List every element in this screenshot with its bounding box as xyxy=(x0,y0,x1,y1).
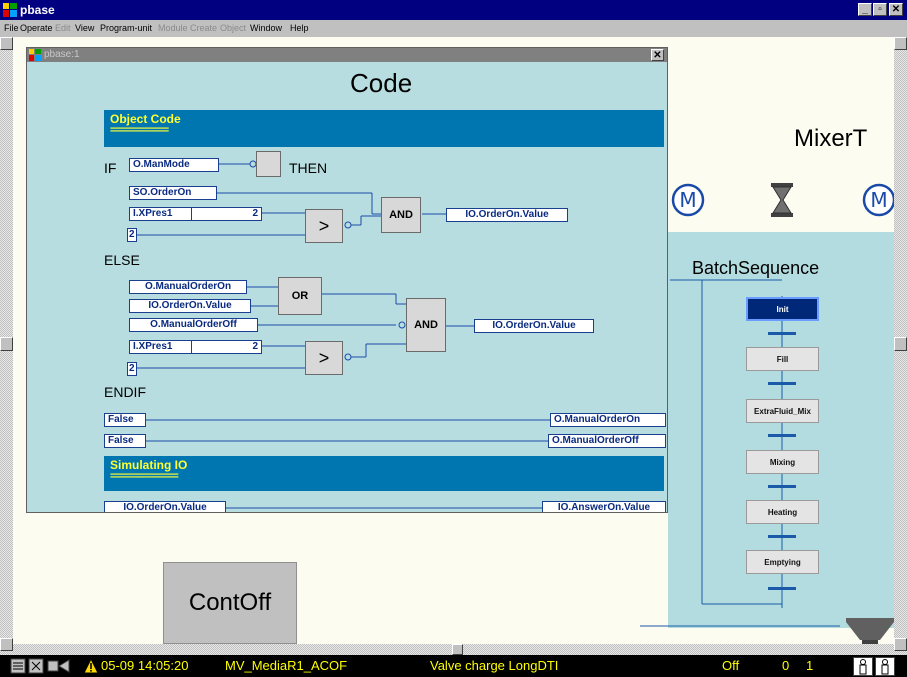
else-output-ioorderon[interactable]: IO.OrderOn.Value xyxy=(474,319,594,333)
left-scroll-thumb[interactable] xyxy=(0,337,13,351)
left-scroll-up-button[interactable] xyxy=(0,37,13,50)
transition-1[interactable] xyxy=(768,332,796,335)
keyword-else: ELSE xyxy=(104,252,140,268)
simulating-io-title: Simulating IO xyxy=(110,458,188,472)
acknowledge-icon[interactable] xyxy=(47,658,71,674)
svg-text:M: M xyxy=(870,188,887,212)
sim-left-var[interactable]: IO.OrderOn.Value xyxy=(104,501,226,512)
mixer-title: MixerT xyxy=(794,125,868,152)
step-emptying[interactable]: Emptying xyxy=(746,550,819,574)
menu-file[interactable]: File xyxy=(4,20,19,37)
window-title: pbase xyxy=(20,3,55,17)
alarm-list-icon[interactable] xyxy=(28,658,44,674)
simulating-io-rule: ============== xyxy=(110,471,179,482)
svg-text:M: M xyxy=(679,188,696,212)
else-const-2[interactable]: 2 xyxy=(127,362,137,376)
else-input-ioorderon[interactable]: IO.OrderOn.Value xyxy=(129,299,251,313)
step-extrafluid-mix[interactable]: ExtraFluid_Mix xyxy=(746,399,819,423)
motor-icon[interactable]: M xyxy=(671,183,705,217)
operator-icon-2[interactable] xyxy=(875,657,895,676)
sim-row-left-clip: IO.OrderOn.Value xyxy=(104,501,226,512)
step-heating[interactable]: Heating xyxy=(746,500,819,524)
transition-6[interactable] xyxy=(768,587,796,590)
menu-view[interactable]: View xyxy=(75,20,94,37)
then-const-2[interactable]: 2 xyxy=(127,228,137,242)
status-state: Off xyxy=(722,658,740,673)
transition-4[interactable] xyxy=(768,485,796,488)
simulating-io-section: Simulating IO ============== xyxy=(104,456,664,491)
valve-hourglass-icon[interactable] xyxy=(770,182,794,218)
horizontal-scroll-thumb[interactable] xyxy=(452,644,463,655)
warning-icon xyxy=(83,658,99,674)
status-bar: 05-09 14:05:20 MV_MediaR1_ACOF Valve cha… xyxy=(0,655,907,677)
step-init[interactable]: Init xyxy=(746,297,819,321)
menu-help[interactable]: Help xyxy=(290,20,309,37)
assign1-value[interactable]: False xyxy=(104,413,146,427)
title-bar[interactable]: pbase _ ▫ ✕ xyxy=(0,0,907,20)
status-tag: MV_MediaR1_ACOF xyxy=(225,658,348,673)
menu-bar: File Operate Edit View Program-unit Modu… xyxy=(0,20,907,37)
then-and-gate[interactable]: AND xyxy=(381,197,421,233)
if-condition-var[interactable]: O.ManMode xyxy=(129,158,219,172)
menu-window[interactable]: Window xyxy=(250,20,282,37)
left-scroll-down-button[interactable] xyxy=(0,638,13,651)
restore-button[interactable]: ▫ xyxy=(873,3,887,16)
step-fill[interactable]: Fill xyxy=(746,347,819,371)
assign2-value[interactable]: False xyxy=(104,434,146,448)
right-scroll-down-button[interactable] xyxy=(894,638,907,651)
status-message: Valve charge LongDTI xyxy=(430,658,559,673)
else-input-ixpres1[interactable]: I.XPres1 xyxy=(129,340,191,354)
app-icon xyxy=(3,3,17,17)
else-compare-gate[interactable]: > xyxy=(305,341,343,375)
else-input-ixpres1-value[interactable]: 2 xyxy=(191,340,262,354)
then-input-soorderon[interactable]: SO.OrderOn xyxy=(129,186,217,200)
then-input-ixpres1[interactable]: I.XPres1 xyxy=(129,207,191,221)
status-date: 05-09 14:05:20 xyxy=(101,658,189,673)
tank-icon xyxy=(846,618,894,644)
step-mixing[interactable]: Mixing xyxy=(746,450,819,474)
transition-5[interactable] xyxy=(768,535,796,538)
motor-icon-2[interactable]: M xyxy=(862,183,894,217)
right-scroll-thumb[interactable] xyxy=(894,337,907,351)
transition-3[interactable] xyxy=(768,434,796,437)
if-result-square[interactable] xyxy=(256,151,281,177)
sim-right-var[interactable]: IO.AnswerOn.Value xyxy=(542,501,666,512)
right-scroll-up-button[interactable] xyxy=(894,37,907,50)
status-value-1: 0 xyxy=(782,658,790,673)
assign2-target[interactable]: O.ManualOrderOff xyxy=(548,434,666,448)
keyword-endif: ENDIF xyxy=(104,384,146,400)
menu-object: Object xyxy=(220,23,247,33)
menu-program-unit[interactable]: Program-unit xyxy=(100,20,152,37)
event-list-icon[interactable] xyxy=(10,658,26,674)
then-input-ixpres1-value[interactable]: 2 xyxy=(191,207,262,221)
assign1-target[interactable]: O.ManualOrderOn xyxy=(550,413,666,427)
keyword-if: IF xyxy=(104,160,117,176)
then-output-ioorderon[interactable]: IO.OrderOn.Value xyxy=(446,208,568,222)
menu-create: Create xyxy=(190,23,218,33)
minimize-button[interactable]: _ xyxy=(858,3,872,16)
keyword-then: THEN xyxy=(289,160,328,176)
batch-sequence-title: BatchSequence xyxy=(692,258,820,278)
contoff-button[interactable]: ContOff xyxy=(163,562,297,644)
application-window: pbase _ ▫ ✕ File Operate Edit View Progr… xyxy=(0,0,907,677)
menu-module: Module xyxy=(158,23,188,33)
else-input-manualorderon[interactable]: O.ManualOrderOn xyxy=(129,280,247,294)
sim-row-right-clip: IO.AnswerOn.Value xyxy=(542,501,666,512)
else-and-gate[interactable]: AND xyxy=(406,298,446,352)
else-or-gate[interactable]: OR xyxy=(278,277,322,315)
operator-icon-1[interactable] xyxy=(853,657,873,676)
then-compare-gate[interactable]: > xyxy=(305,209,343,243)
contoff-label: ContOff xyxy=(188,589,272,616)
transition-2[interactable] xyxy=(768,382,796,385)
menu-edit: Edit xyxy=(55,23,71,33)
close-button[interactable]: ✕ xyxy=(889,3,903,16)
else-input-manualorderoff[interactable]: O.ManualOrderOff xyxy=(129,318,258,332)
menu-operate[interactable]: Operate xyxy=(20,20,53,37)
status-value-2: 1 xyxy=(806,658,814,673)
